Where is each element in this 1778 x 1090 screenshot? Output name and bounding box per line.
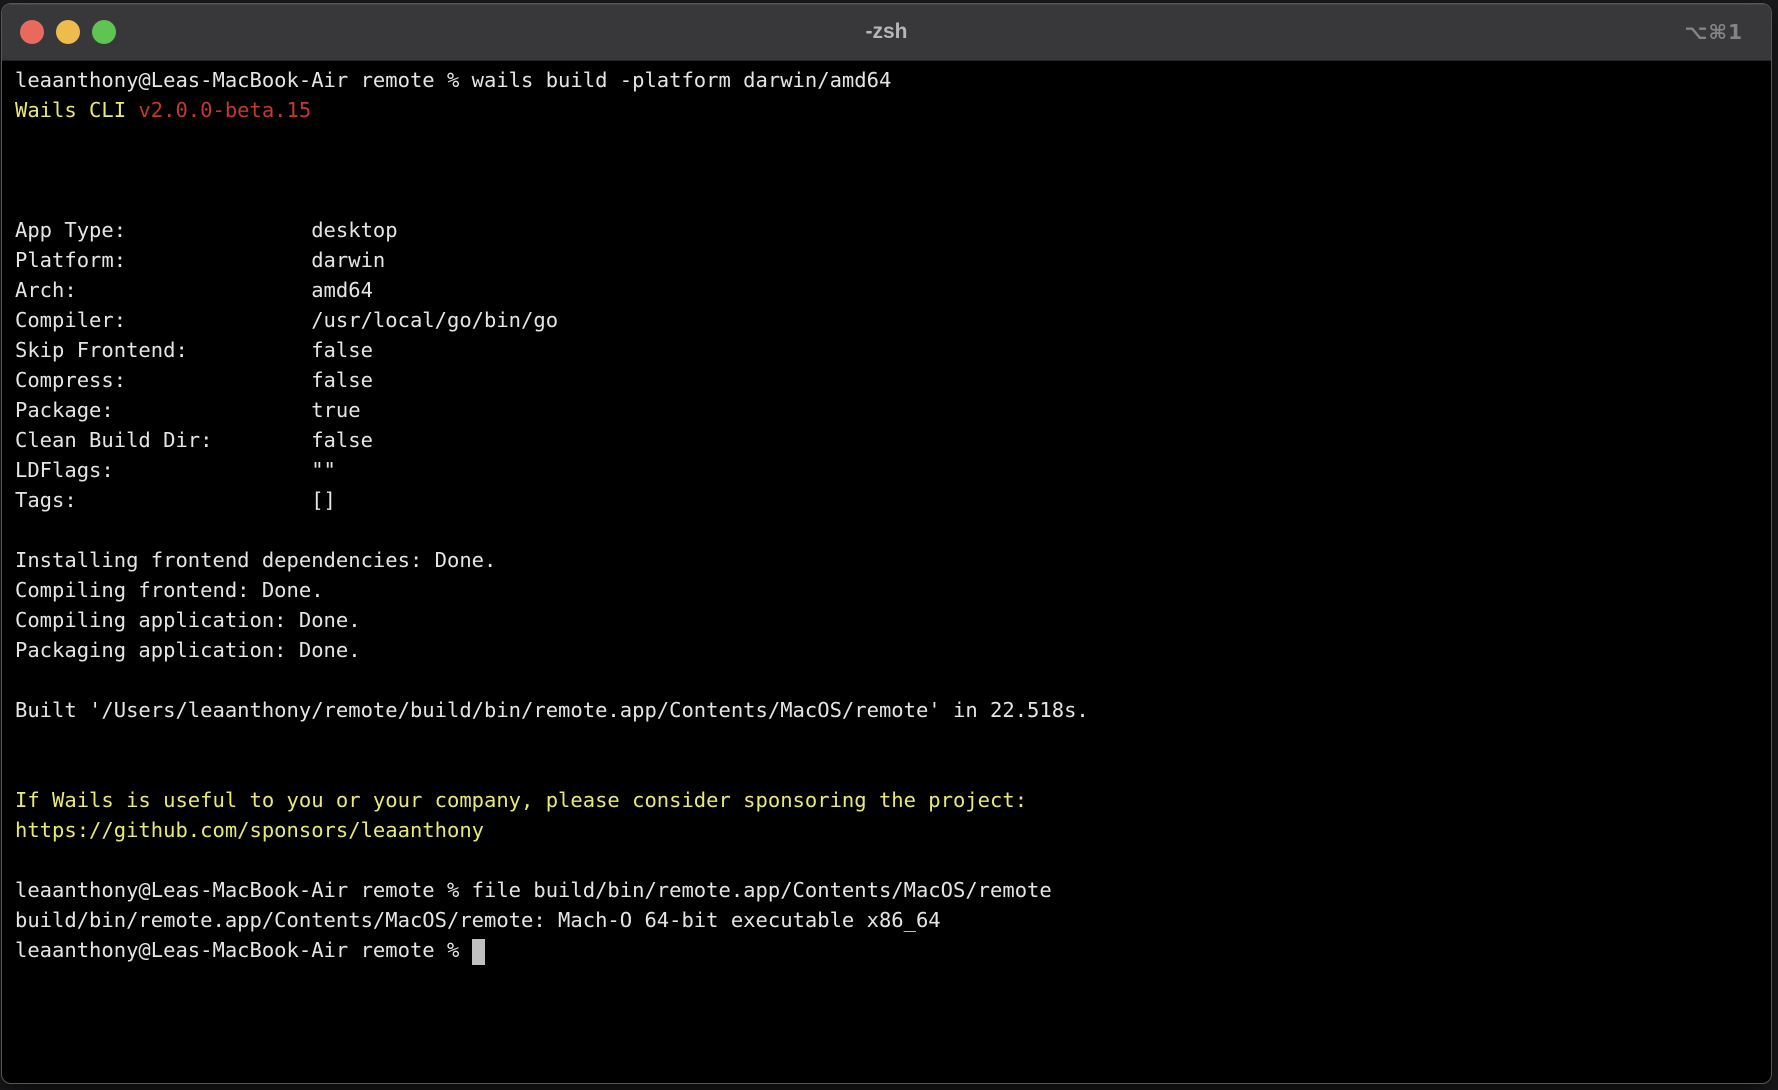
terminal-screen[interactable]: leaanthony@Leas-MacBook-Air remote % wai… <box>2 61 1771 965</box>
terminal-text: If Wails is useful to you or your compan… <box>15 788 1027 812</box>
terminal-text: Compress: false <box>15 368 373 392</box>
terminal-text: leaanthony@Leas-MacBook-Air remote % fil… <box>15 878 1052 902</box>
minimize-button[interactable] <box>56 20 80 44</box>
terminal-line <box>15 125 1771 155</box>
terminal-text: leaanthony@Leas-MacBook-Air remote % <box>15 938 472 962</box>
terminal-line: Platform: darwin <box>15 245 1771 275</box>
terminal-line: Clean Build Dir: false <box>15 425 1771 455</box>
terminal-text: v2.0.0-beta.15 <box>138 98 311 122</box>
terminal-line <box>15 845 1771 875</box>
terminal-text: App Type: desktop <box>15 218 398 242</box>
titlebar[interactable]: -zsh ⌥⌘1 <box>2 4 1771 61</box>
terminal-text: Compiling frontend: Done. <box>15 578 324 602</box>
terminal-text: Installing frontend dependencies: Done. <box>15 548 496 572</box>
terminal-line <box>15 185 1771 215</box>
terminal-line: Packaging application: Done. <box>15 635 1771 665</box>
terminal-line: https://github.com/sponsors/leaanthony <box>15 815 1771 845</box>
terminal-line <box>15 665 1771 695</box>
terminal-text: Platform: darwin <box>15 248 385 272</box>
terminal-line: Arch: amd64 <box>15 275 1771 305</box>
terminal-line: leaanthony@Leas-MacBook-Air remote % wai… <box>15 65 1771 95</box>
terminal-text: Compiling application: Done. <box>15 608 361 632</box>
terminal-text: Tags: [] <box>15 488 336 512</box>
terminal-window: -zsh ⌥⌘1 leaanthony@Leas-MacBook-Air rem… <box>1 3 1772 1084</box>
close-button[interactable] <box>20 20 44 44</box>
terminal-text: Skip Frontend: false <box>15 338 373 362</box>
window-shortcut-hint: ⌥⌘1 <box>1684 4 1743 60</box>
terminal-line: Installing frontend dependencies: Done. <box>15 545 1771 575</box>
terminal-line: build/bin/remote.app/Contents/MacOS/remo… <box>15 905 1771 935</box>
terminal-line: LDFlags: "" <box>15 455 1771 485</box>
terminal-text: Built '/Users/leaanthony/remote/build/bi… <box>15 698 1089 722</box>
terminal-text: Packaging application: Done. <box>15 638 361 662</box>
terminal-line: Built '/Users/leaanthony/remote/build/bi… <box>15 695 1771 725</box>
terminal-line: Skip Frontend: false <box>15 335 1771 365</box>
terminal-line <box>15 725 1771 755</box>
terminal-line: Package: true <box>15 395 1771 425</box>
terminal-text: Package: true <box>15 398 361 422</box>
terminal-line: Compiling frontend: Done. <box>15 575 1771 605</box>
terminal-line <box>15 515 1771 545</box>
terminal-line: If Wails is useful to you or your compan… <box>15 785 1771 815</box>
terminal-line: App Type: desktop <box>15 215 1771 245</box>
terminal-text: Clean Build Dir: false <box>15 428 373 452</box>
terminal-text: leaanthony@Leas-MacBook-Air remote % wai… <box>15 68 891 92</box>
terminal-text: Arch: amd64 <box>15 278 373 302</box>
terminal-line <box>15 155 1771 185</box>
terminal-text: Compiler: /usr/local/go/bin/go <box>15 308 558 332</box>
terminal-text: LDFlags: "" <box>15 458 336 482</box>
terminal-line: leaanthony@Leas-MacBook-Air remote % <box>15 935 1771 965</box>
traffic-lights <box>2 20 116 44</box>
terminal-line: Compiling application: Done. <box>15 605 1771 635</box>
terminal-line: Tags: [] <box>15 485 1771 515</box>
terminal-text: build/bin/remote.app/Contents/MacOS/remo… <box>15 908 941 932</box>
zoom-button[interactable] <box>92 20 116 44</box>
terminal-text: Wails CLI <box>15 98 138 122</box>
terminal-line: leaanthony@Leas-MacBook-Air remote % fil… <box>15 875 1771 905</box>
terminal-cursor <box>472 939 485 965</box>
terminal-text: https://github.com/sponsors/leaanthony <box>15 818 484 842</box>
terminal-line: Compiler: /usr/local/go/bin/go <box>15 305 1771 335</box>
terminal-line: Compress: false <box>15 365 1771 395</box>
terminal-line <box>15 755 1771 785</box>
terminal-line: Wails CLI v2.0.0-beta.15 <box>15 95 1771 125</box>
window-title: -zsh <box>2 4 1771 60</box>
